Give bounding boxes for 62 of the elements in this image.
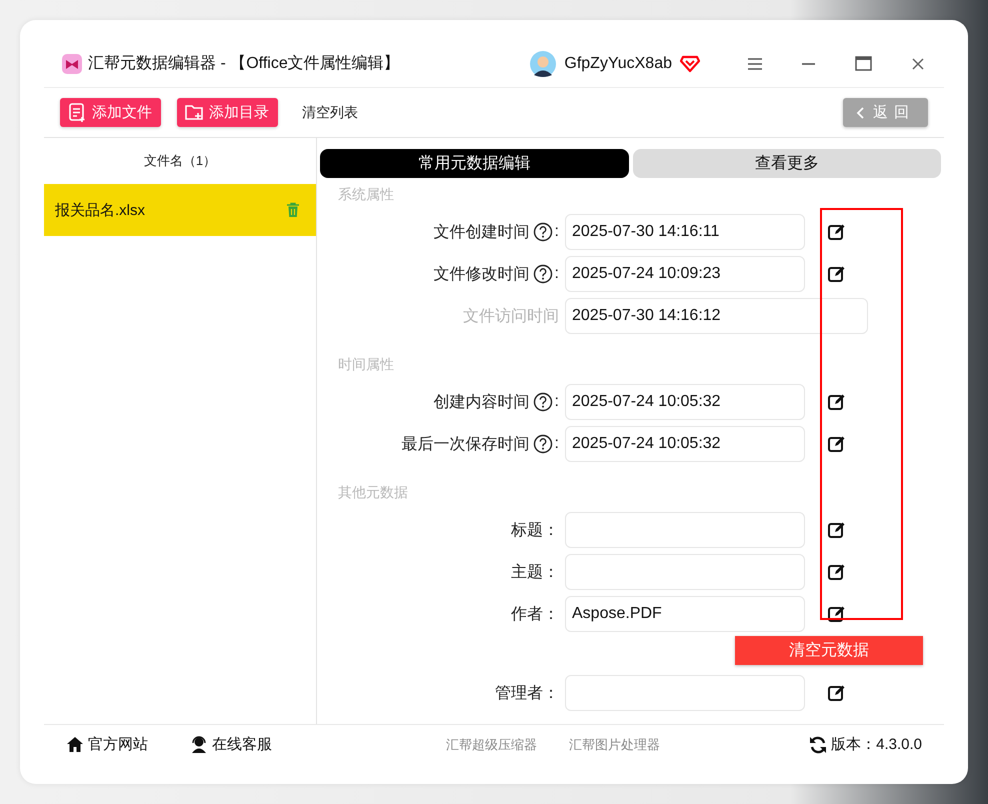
clear-list-button[interactable]: 清空列表 (302, 104, 358, 122)
file-plus-icon (68, 103, 86, 122)
avatar-icon (530, 50, 556, 76)
field-label: 文件创建时间 (434, 222, 530, 242)
edit-icon[interactable] (826, 435, 846, 453)
username: GfpZyYucX8ab (564, 54, 672, 72)
edit-icon[interactable] (826, 393, 846, 411)
field-label: 标题： (511, 520, 559, 540)
column-header: 文件名（1） (144, 152, 216, 170)
edit-icon[interactable] (826, 265, 846, 283)
footer-link[interactable]: 官方网站 (66, 735, 148, 754)
headset-person-icon (190, 736, 208, 753)
section-title: 其他元数据 (338, 484, 408, 502)
window-title: 汇帮元数据编辑器 - 【Office文件属性编辑】 (88, 54, 400, 74)
field-label: 作者： (511, 604, 559, 624)
section-title: 系统属性 (338, 186, 394, 204)
input-field[interactable] (565, 554, 805, 590)
minimize-icon[interactable] (802, 62, 815, 64)
edit-icon[interactable] (826, 563, 846, 581)
section-title: 时间属性 (338, 356, 394, 374)
close-icon[interactable] (912, 58, 924, 70)
input-field[interactable]: 2025-07-24 10:05:32 (565, 384, 805, 420)
input-field[interactable]: 2025-07-24 10:05:32 (565, 426, 805, 462)
menu-icon[interactable] (748, 58, 762, 70)
clear-metadata-button[interactable]: 清空元数据 (735, 636, 923, 665)
colon-text: : (554, 435, 559, 453)
field-label: 主题： (511, 562, 559, 582)
input-field[interactable] (565, 675, 805, 711)
edit-icon[interactable] (826, 521, 846, 539)
tab[interactable]: 查看更多 (632, 149, 941, 178)
tab[interactable]: 常用元数据编辑 (320, 149, 628, 178)
field-label: 创建内容时间 (434, 392, 530, 412)
chevron-left-icon (856, 106, 865, 118)
input-field[interactable]: 2025-07-30 14:16:12 (565, 298, 868, 334)
edit-icon[interactable] (826, 223, 846, 241)
refresh-icon (809, 736, 828, 754)
field-label: 管理者： (495, 684, 559, 704)
product-link[interactable]: 汇帮图片处理器 (569, 736, 660, 754)
vip-diamond-icon (680, 54, 700, 73)
colon-text: : (554, 265, 559, 283)
maximize-icon[interactable] (855, 56, 872, 71)
field-label: 文件访问时间 (463, 306, 559, 326)
edit-icon[interactable] (826, 605, 846, 623)
colon-text: : (554, 223, 559, 241)
input-field[interactable]: 2025-07-30 14:16:11 (565, 214, 805, 250)
input-field[interactable]: Aspose.PDF (565, 596, 805, 632)
version-text: 版本：4.3.0.0 (831, 735, 922, 754)
edit-icon[interactable] (826, 684, 846, 702)
input-field[interactable] (565, 512, 805, 548)
toolbar-button[interactable]: 添加文件 (60, 98, 161, 127)
home-icon (66, 736, 84, 753)
field-label: 最后一次保存时间 (402, 434, 530, 454)
folder-plus-icon (185, 103, 203, 122)
file-name: 报关品名.xlsx (55, 200, 145, 220)
file-item[interactable]: 报关品名.xlsx (44, 184, 316, 236)
field-label: 文件修改时间 (434, 264, 530, 284)
toolbar-button[interactable]: 添加目录 (177, 98, 278, 127)
footer-link[interactable]: 在线客服 (190, 735, 272, 754)
input-field[interactable]: 2025-07-24 10:09:23 (565, 256, 805, 292)
product-link[interactable]: 汇帮超级压缩器 (446, 736, 537, 754)
app-logo-icon (62, 54, 82, 74)
colon-text: : (554, 393, 559, 411)
